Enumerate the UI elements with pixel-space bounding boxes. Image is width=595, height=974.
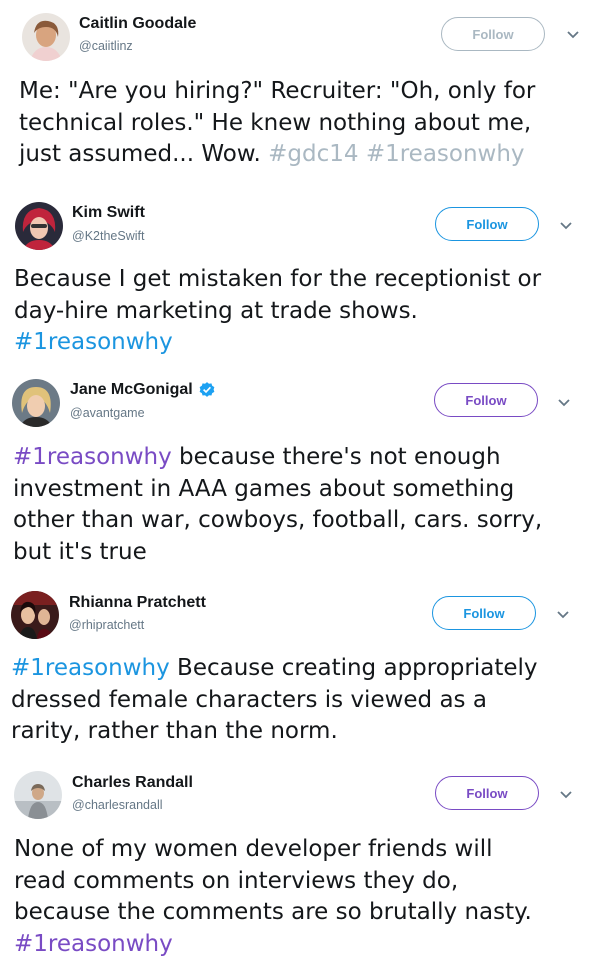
tweet-text-line: read comments on interviews they do, (14, 867, 459, 894)
tweet-kim-swift: Kim Swift @K2theSwift Follow Because I g… (0, 190, 595, 362)
tweet-text-line: other than war, cowboys, football, cars.… (13, 507, 543, 533)
tweet-rhianna-pratchett: Rhianna Pratchett @rhipratchett Follow #… (0, 582, 595, 762)
avatar[interactable] (12, 379, 60, 427)
chevron-down-icon[interactable] (556, 610, 570, 620)
tweet-text-line: day-hire marketing at trade shows. (14, 297, 418, 324)
tweet-text: #1reasonwhy because there's not enough i… (13, 442, 542, 568)
tweet-text-line: because the comments are so brutally nas… (14, 899, 532, 925)
display-name[interactable]: Charles Randall (72, 774, 193, 792)
avatar[interactable] (15, 202, 63, 250)
chevron-down-icon[interactable] (559, 790, 573, 800)
username[interactable]: @K2theSwift (72, 229, 144, 243)
verified-badge-icon (199, 382, 215, 397)
avatar[interactable] (22, 13, 70, 61)
hashtag-link[interactable]: #1reasonwhy (14, 327, 541, 359)
tweet-text-line-rest: because there's not enough (171, 444, 501, 470)
tweet-text: Because I get mistaken for the reception… (14, 264, 541, 359)
username[interactable]: @caiitlinz (79, 39, 133, 53)
hashtag-link[interactable]: #1reasonwhy (366, 141, 525, 167)
display-name[interactable]: Caitlin Goodale (79, 15, 196, 33)
username[interactable]: @charlesrandall (72, 798, 163, 812)
display-name-text: Jane McGonigal (70, 381, 193, 398)
chevron-down-icon[interactable] (566, 30, 580, 40)
tweet-text-line: #1reasonwhy Because creating appropriate… (11, 653, 538, 685)
tweet-text-line: Because I get mistaken for the reception… (14, 266, 542, 292)
tweet-caitlin-goodale: Caitlin Goodale @caiitlinz Follow Me: "A… (0, 0, 595, 180)
tweet-text-line: dressed female characters is viewed as a (11, 686, 487, 713)
display-name[interactable]: Rhianna Pratchett (69, 594, 206, 612)
hashtag-link[interactable]: #1reasonwhy (13, 444, 172, 470)
hashtag-link[interactable]: #1reasonwhy (11, 655, 170, 681)
tweet-text-line: None of my women developer friends will (14, 836, 493, 862)
tweet-text-line-prefix: just assumed... Wow. (19, 141, 269, 167)
tweet-text-line: just assumed... Wow. #gdc14 #1reasonwhy (19, 139, 535, 171)
tweet-text-line: investment in AAA games about something (13, 475, 515, 502)
chevron-down-icon[interactable] (559, 221, 573, 231)
display-name[interactable]: Jane McGonigal (70, 381, 216, 399)
follow-button[interactable]: Follow (432, 596, 536, 630)
follow-button[interactable]: Follow (435, 776, 539, 810)
chevron-down-icon[interactable] (557, 398, 571, 408)
follow-button[interactable]: Follow (441, 17, 545, 51)
follow-button[interactable]: Follow (434, 383, 538, 417)
username[interactable]: @avantgame (70, 406, 145, 420)
tweet-text-line: technical roles." He knew nothing about … (19, 109, 532, 136)
tweet-charles-randall: Charles Randall @charlesrandall Follow N… (0, 762, 595, 974)
tweet-text-line-rest: Because creating appropriately (169, 655, 538, 681)
tweet-jane-mcgonigal: Jane McGonigal @avantgame Follow #1reaso… (0, 370, 595, 580)
avatar[interactable] (14, 771, 62, 819)
hashtag-link[interactable]: #gdc14 (268, 141, 358, 167)
follow-button[interactable]: Follow (435, 207, 539, 241)
tweet-text: None of my women developer friends will … (14, 834, 532, 960)
hashtag-link[interactable]: #1reasonwhy (14, 929, 532, 961)
tweet-text-line: rarity, rather than the norm. (11, 718, 338, 744)
display-name[interactable]: Kim Swift (72, 204, 145, 222)
username[interactable]: @rhipratchett (69, 618, 144, 632)
avatar[interactable] (11, 591, 59, 639)
tweet-text: #1reasonwhy Because creating appropriate… (11, 653, 538, 748)
tweet-text-line: #1reasonwhy because there's not enough (13, 442, 542, 474)
tweet-text-line: but it's true (13, 538, 147, 565)
tweet-text: Me: "Are you hiring?" Recruiter: "Oh, on… (19, 76, 535, 171)
tweet-text-line: Me: "Are you hiring?" Recruiter: "Oh, on… (19, 78, 536, 104)
